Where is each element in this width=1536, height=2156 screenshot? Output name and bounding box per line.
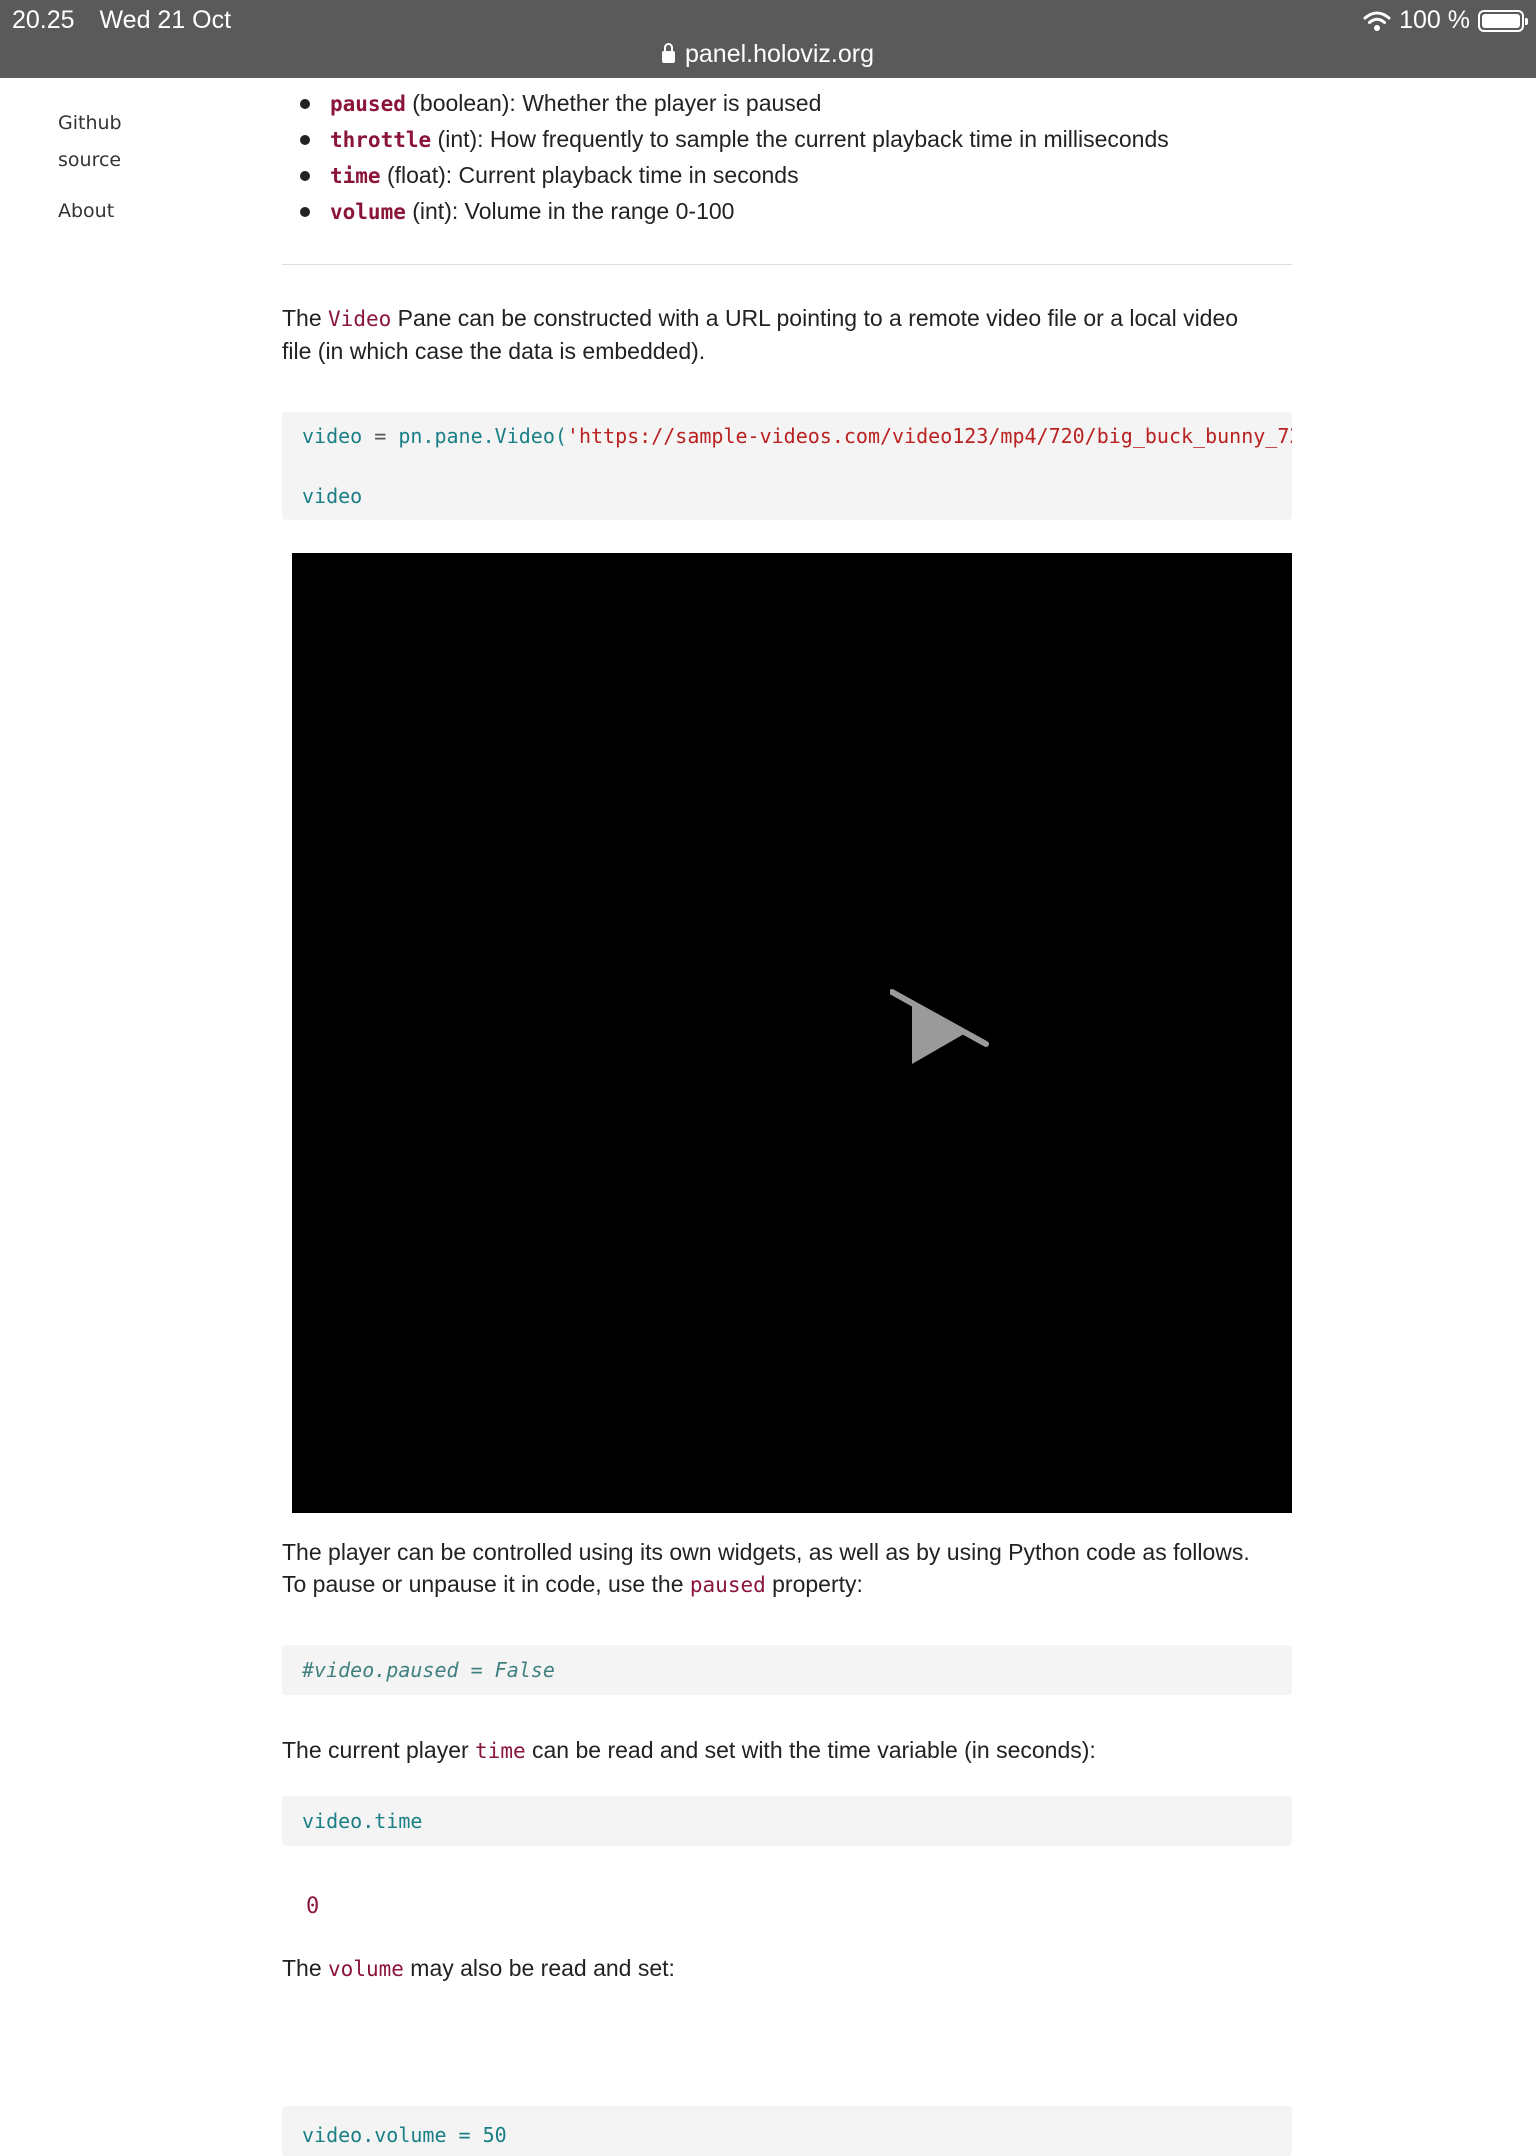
sidebar-item-about[interactable]: About <box>58 193 122 230</box>
list-item: volume (int): Volume in the range 0-100 <box>300 193 1340 229</box>
param-desc: (int): How frequently to sample the curr… <box>431 126 1169 152</box>
status-time: 20.25 <box>12 6 75 34</box>
browser-top-bar: 20.25 Wed 21 Oct 100 % panel.holoviz.org <box>0 0 1536 78</box>
text: Pane can be constructed with a URL point… <box>391 305 1239 331</box>
code-line: video = pn.pane.Video('https://sample-vi… <box>302 421 1292 451</box>
param-name: time <box>330 164 381 188</box>
text: can be read and set with the time variab… <box>525 1737 1096 1763</box>
text: property: <box>765 1571 863 1597</box>
code-token: = <box>362 424 399 448</box>
text: To pause or unpause it in code, use the <box>282 1571 690 1597</box>
code-token: pn.pane.Video( <box>398 424 567 448</box>
video-player[interactable] <box>292 553 1292 1513</box>
text: The <box>282 305 329 331</box>
inline-code: paused <box>689 1573 766 1597</box>
inline-code: time <box>475 1739 526 1763</box>
parameter-list: paused (boolean): Whether the player is … <box>282 85 1340 229</box>
lock-icon <box>661 43 675 63</box>
code-comment: #video.paused = False <box>302 1658 555 1682</box>
battery-icon <box>1478 9 1528 32</box>
list-item: time (float): Current playback time in s… <box>300 157 1340 193</box>
text: The player can be controlled using its o… <box>282 1539 1250 1565</box>
status-date: Wed 21 Oct <box>99 6 232 34</box>
code-token: video.time <box>302 1809 423 1833</box>
code-cell-paused[interactable]: #video.paused = False <box>282 1645 1292 1695</box>
wifi-icon <box>1363 11 1391 31</box>
text: may also be read and set: <box>403 1955 675 1981</box>
player-paragraph: The player can be controlled using its o… <box>282 1536 1292 1601</box>
intro-paragraph: The Video Pane can be constructed with a… <box>282 302 1292 367</box>
param-name: throttle <box>330 128 432 152</box>
param-desc: (float): Current playback time in second… <box>380 162 799 188</box>
battery-fill <box>1482 13 1520 28</box>
output-time: 0 <box>306 1894 320 1919</box>
time-paragraph: The current player time can be read and … <box>282 1734 1292 1767</box>
text: The <box>282 1955 329 1981</box>
sidebar-item-github[interactable]: Github <box>58 105 122 142</box>
status-bar-left: 20.25 Wed 21 Oct <box>12 6 249 35</box>
code-cell-volume[interactable]: video.volume = 50 <box>282 2106 1292 2156</box>
url-bar[interactable]: panel.holoviz.org <box>0 40 1536 69</box>
battery-percent: 100 % <box>1399 6 1470 34</box>
inline-code: volume <box>328 1957 404 1981</box>
list-item: throttle (int): How frequently to sample… <box>300 121 1340 157</box>
code-cell-time[interactable]: video.time <box>282 1796 1292 1846</box>
param-desc: (int): Volume in the range 0-100 <box>405 198 735 224</box>
param-name: paused <box>330 92 406 116</box>
sidebar-item-source[interactable]: source <box>58 142 122 179</box>
code-token: video <box>302 424 363 448</box>
inline-code: Video <box>328 307 392 331</box>
code-token: video.volume = 50 <box>302 2123 507 2147</box>
param-name: volume <box>330 200 406 224</box>
text: file (in which case the data is embedded… <box>282 338 706 364</box>
url-domain: panel.holoviz.org <box>684 40 874 68</box>
text: The current player <box>282 1737 476 1763</box>
param-desc: (boolean): Whether the player is paused <box>405 90 822 116</box>
code-line: video <box>302 484 363 508</box>
list-item: paused (boolean): Whether the player is … <box>300 85 1340 121</box>
play-disabled-icon[interactable] <box>890 986 990 1068</box>
status-bar-right: 100 % <box>1363 6 1528 35</box>
divider <box>282 264 1292 265</box>
sidebar: Github source About <box>58 105 122 230</box>
code-string: 'https://sample-videos.com/video123/mp4/… <box>566 424 1292 448</box>
code-cell-video[interactable]: video = pn.pane.Video('https://sample-vi… <box>282 412 1292 520</box>
volume-paragraph: The volume may also be read and set: <box>282 1952 1292 1985</box>
